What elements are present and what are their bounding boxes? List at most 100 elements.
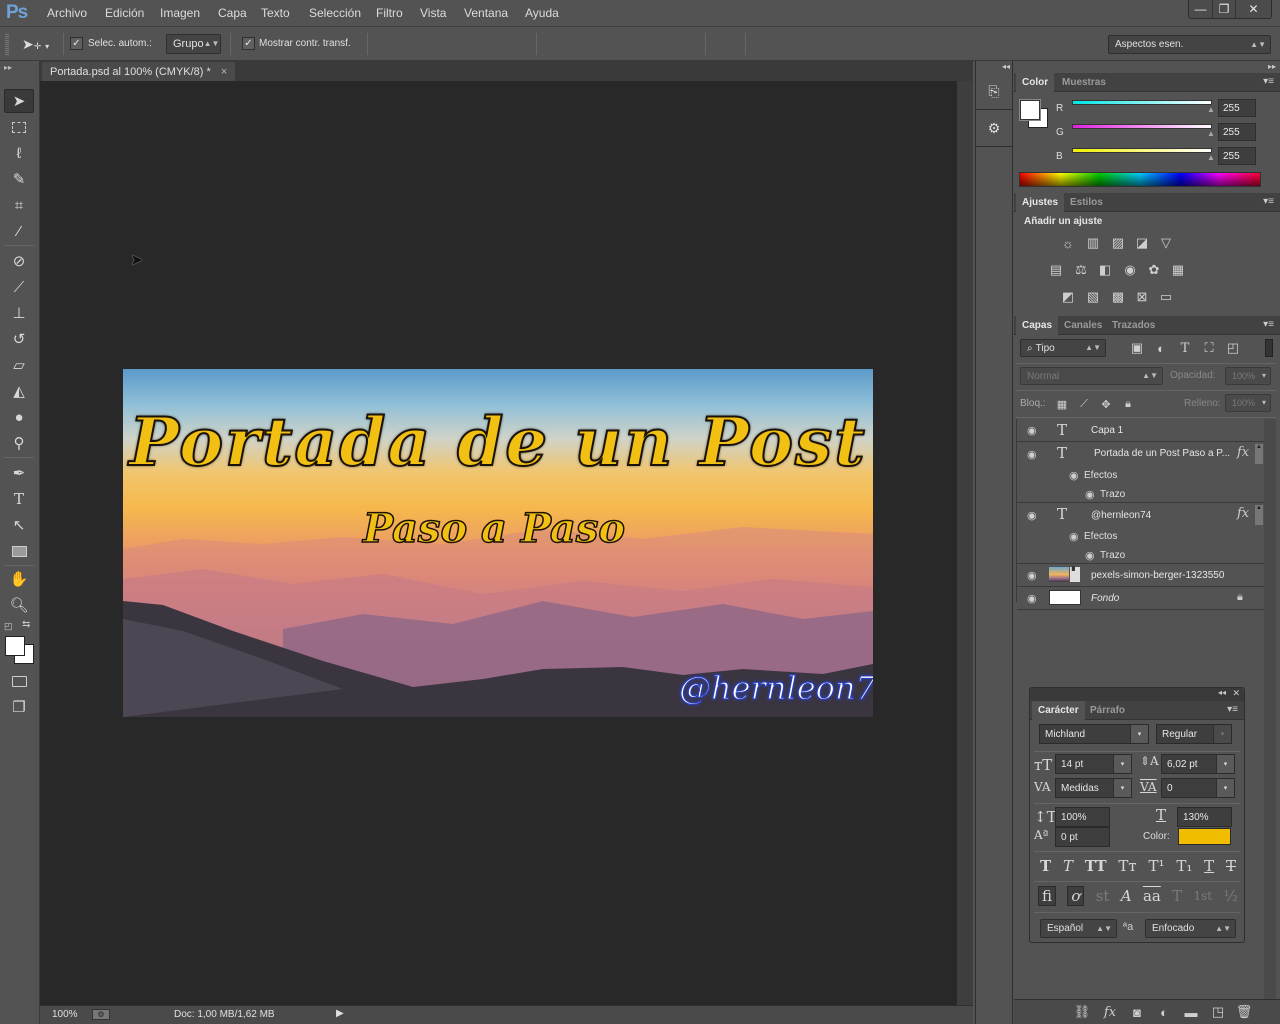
color-lookup-icon[interactable]: ▦ bbox=[1170, 262, 1186, 277]
workspace-select[interactable]: Aspectos esen. ▲▼ bbox=[1108, 35, 1271, 54]
layer-name[interactable]: pexels-simon-berger-1323550 bbox=[1091, 570, 1224, 581]
dodge-tool-button[interactable]: ⚲ bbox=[4, 431, 34, 455]
eraser-tool-button[interactable]: ▱ bbox=[4, 353, 34, 377]
filter-shape-icon[interactable]: ⛶ bbox=[1201, 340, 1217, 355]
zoom-tool-button[interactable]: 🔍︎ bbox=[4, 593, 34, 617]
channel-g-value[interactable]: 255 bbox=[1218, 123, 1256, 141]
selective-color-icon[interactable]: ⊠ bbox=[1134, 289, 1150, 304]
menu-texto[interactable]: Texto bbox=[261, 6, 290, 20]
tab-capas[interactable]: Capas bbox=[1016, 316, 1059, 335]
opacity-input[interactable]: 100% ▾ bbox=[1225, 367, 1271, 385]
filter-type-icon[interactable]: T bbox=[1177, 341, 1193, 356]
threshold-icon[interactable]: ▩ bbox=[1110, 289, 1126, 304]
add-mask-icon[interactable]: ◙ bbox=[1129, 1005, 1145, 1020]
filter-toggle[interactable] bbox=[1265, 339, 1273, 357]
effects-label[interactable]: Efectos bbox=[1084, 470, 1117, 481]
hand-tool-button[interactable]: ✋ bbox=[4, 567, 34, 591]
faux-bold-button[interactable]: T bbox=[1040, 857, 1051, 875]
menu-seleccion[interactable]: Selección bbox=[309, 6, 361, 20]
menu-archivo[interactable]: Archivo bbox=[47, 6, 87, 20]
titling-alternates-button[interactable]: T bbox=[1172, 887, 1182, 905]
ligatures-button[interactable]: fi bbox=[1038, 886, 1057, 906]
slider-thumb-icon[interactable]: ▲ bbox=[1207, 153, 1215, 162]
menu-imagen[interactable]: Imagen bbox=[160, 6, 200, 20]
vertical-scale-input[interactable]: 100% bbox=[1055, 807, 1110, 827]
eyedropper-tool-button[interactable]: ⁄ bbox=[4, 219, 34, 243]
blend-mode-select[interactable]: Normal ▲▼ bbox=[1020, 367, 1163, 385]
kerning-select[interactable]: Medidas ▾ bbox=[1055, 778, 1132, 798]
strikethrough-button[interactable]: T bbox=[1226, 857, 1236, 875]
layer-name[interactable]: Capa 1 bbox=[1091, 425, 1123, 436]
menu-vista[interactable]: Vista bbox=[420, 6, 446, 20]
close-window-button[interactable]: ✕ bbox=[1235, 0, 1271, 18]
all-caps-button[interactable]: TT bbox=[1085, 857, 1107, 875]
tab-canales[interactable]: Canales bbox=[1058, 316, 1108, 335]
vibrance-icon[interactable]: ▽ bbox=[1158, 235, 1174, 250]
rectangle-tool-button[interactable] bbox=[4, 539, 34, 563]
blur-tool-button[interactable]: ● bbox=[4, 405, 34, 429]
show-transform-checkbox[interactable]: ✓ bbox=[242, 37, 255, 50]
tab-color[interactable]: Color bbox=[1016, 73, 1055, 92]
exposure-icon[interactable]: ◪ bbox=[1134, 235, 1150, 250]
layer-row[interactable]: ◉ T Portada de un Post Paso a P... fx ▲ … bbox=[1017, 442, 1265, 503]
color-fg-swatch[interactable] bbox=[1019, 99, 1041, 121]
healing-tool-button[interactable]: ⊘ bbox=[4, 249, 34, 273]
baseline-shift-input[interactable]: 0 pt bbox=[1055, 827, 1110, 847]
effects-label[interactable]: Efectos bbox=[1084, 531, 1117, 542]
text-color-swatch[interactable] bbox=[1178, 828, 1231, 845]
layer-name[interactable]: Fondo bbox=[1091, 593, 1119, 604]
screen-mode-button[interactable]: ❐ bbox=[4, 695, 34, 719]
crop-tool-button[interactable]: ⌗ bbox=[4, 193, 34, 217]
history-brush-tool-button[interactable]: ↺ bbox=[4, 327, 34, 351]
gradient-map-icon[interactable]: ▭ bbox=[1158, 289, 1174, 304]
effects-eye-icon[interactable]: ◉ bbox=[1069, 530, 1079, 543]
brush-tool-button[interactable]: ⟋ bbox=[4, 275, 34, 299]
status-menu-arrow-icon[interactable]: ▶ bbox=[336, 1008, 344, 1019]
move-tool-button[interactable]: ➤ bbox=[4, 89, 34, 113]
tab-caracter[interactable]: Carácter bbox=[1032, 701, 1085, 720]
small-caps-button[interactable]: Tт bbox=[1118, 857, 1136, 875]
fx-icon[interactable]: fx bbox=[1237, 445, 1249, 460]
new-adjustment-icon[interactable]: ◐ bbox=[1156, 1005, 1172, 1020]
zoom-level[interactable]: 100% bbox=[52, 1009, 78, 1020]
layer-row[interactable]: ◉ Fondo 🔒︎ bbox=[1017, 587, 1265, 610]
pen-tool-button[interactable]: ✒ bbox=[4, 461, 34, 485]
collapse-panel-icon[interactable]: ◂◂ bbox=[1218, 688, 1226, 697]
vertical-scrollbar[interactable] bbox=[957, 81, 973, 1005]
channel-b-slider[interactable] bbox=[1072, 148, 1212, 153]
link-layers-icon[interactable]: ⛓ bbox=[1074, 1004, 1091, 1019]
new-group-icon[interactable]: ▬ bbox=[1183, 1005, 1199, 1020]
visibility-eye-icon[interactable]: ◉ bbox=[1027, 569, 1037, 582]
photo-filter-icon[interactable]: ◉ bbox=[1122, 262, 1138, 277]
path-selection-tool-button[interactable]: ↖ bbox=[4, 513, 34, 537]
menu-filtro[interactable]: Filtro bbox=[376, 6, 403, 20]
effect-eye-icon[interactable]: ◉ bbox=[1085, 488, 1095, 501]
layer-row[interactable]: ◉ ▘ pexels-simon-berger-1323550 bbox=[1017, 564, 1265, 587]
document-canvas-image[interactable]: Portada de un Post Paso a Paso @hernleon… bbox=[123, 369, 873, 717]
document-tab[interactable]: Portada.psd al 100% (CMYK/8) * × bbox=[42, 62, 236, 81]
ordinals-button[interactable]: 1st bbox=[1194, 889, 1213, 903]
tab-muestras[interactable]: Muestras bbox=[1056, 73, 1112, 92]
character-panel-titlebar[interactable]: ◂◂ ✕ bbox=[1030, 688, 1244, 701]
delete-layer-icon[interactable]: 🗑︎ bbox=[1236, 1004, 1253, 1019]
channel-r-slider[interactable] bbox=[1072, 100, 1212, 105]
type-tool-button[interactable]: T bbox=[4, 487, 34, 511]
faux-italic-button[interactable]: T bbox=[1063, 857, 1073, 875]
tab-parrafo[interactable]: Párrafo bbox=[1084, 701, 1131, 720]
menu-ayuda[interactable]: Ayuda bbox=[525, 6, 559, 20]
gpu-icon[interactable]: ⚙ bbox=[92, 1009, 110, 1020]
layer-row[interactable]: ◉ T Capa 1 bbox=[1017, 419, 1265, 442]
visibility-eye-icon[interactable]: ◉ bbox=[1027, 448, 1037, 461]
move-tool-preset-icon[interactable]: ➤✛ ▾ bbox=[22, 36, 49, 53]
quick-mask-button[interactable] bbox=[4, 669, 34, 693]
color-spectrum-ramp[interactable] bbox=[1019, 172, 1261, 187]
new-layer-icon[interactable]: ◳ bbox=[1210, 1004, 1226, 1019]
brightness-contrast-icon[interactable]: ☼ bbox=[1060, 236, 1076, 251]
channel-r-value[interactable]: 255 bbox=[1218, 99, 1256, 117]
curves-icon[interactable]: ▨ bbox=[1110, 235, 1126, 250]
layer-row[interactable]: ◉ T @hernleon74 fx ▲ ◉ Efectos ◉ Trazo bbox=[1017, 503, 1265, 564]
collapse-icon[interactable]: ◂◂ bbox=[1002, 62, 1010, 71]
auto-select-target-select[interactable]: Grupo ▲▼ bbox=[166, 34, 221, 54]
subscript-button[interactable]: T₁ bbox=[1176, 857, 1192, 875]
add-style-icon[interactable]: fx bbox=[1102, 1005, 1118, 1020]
